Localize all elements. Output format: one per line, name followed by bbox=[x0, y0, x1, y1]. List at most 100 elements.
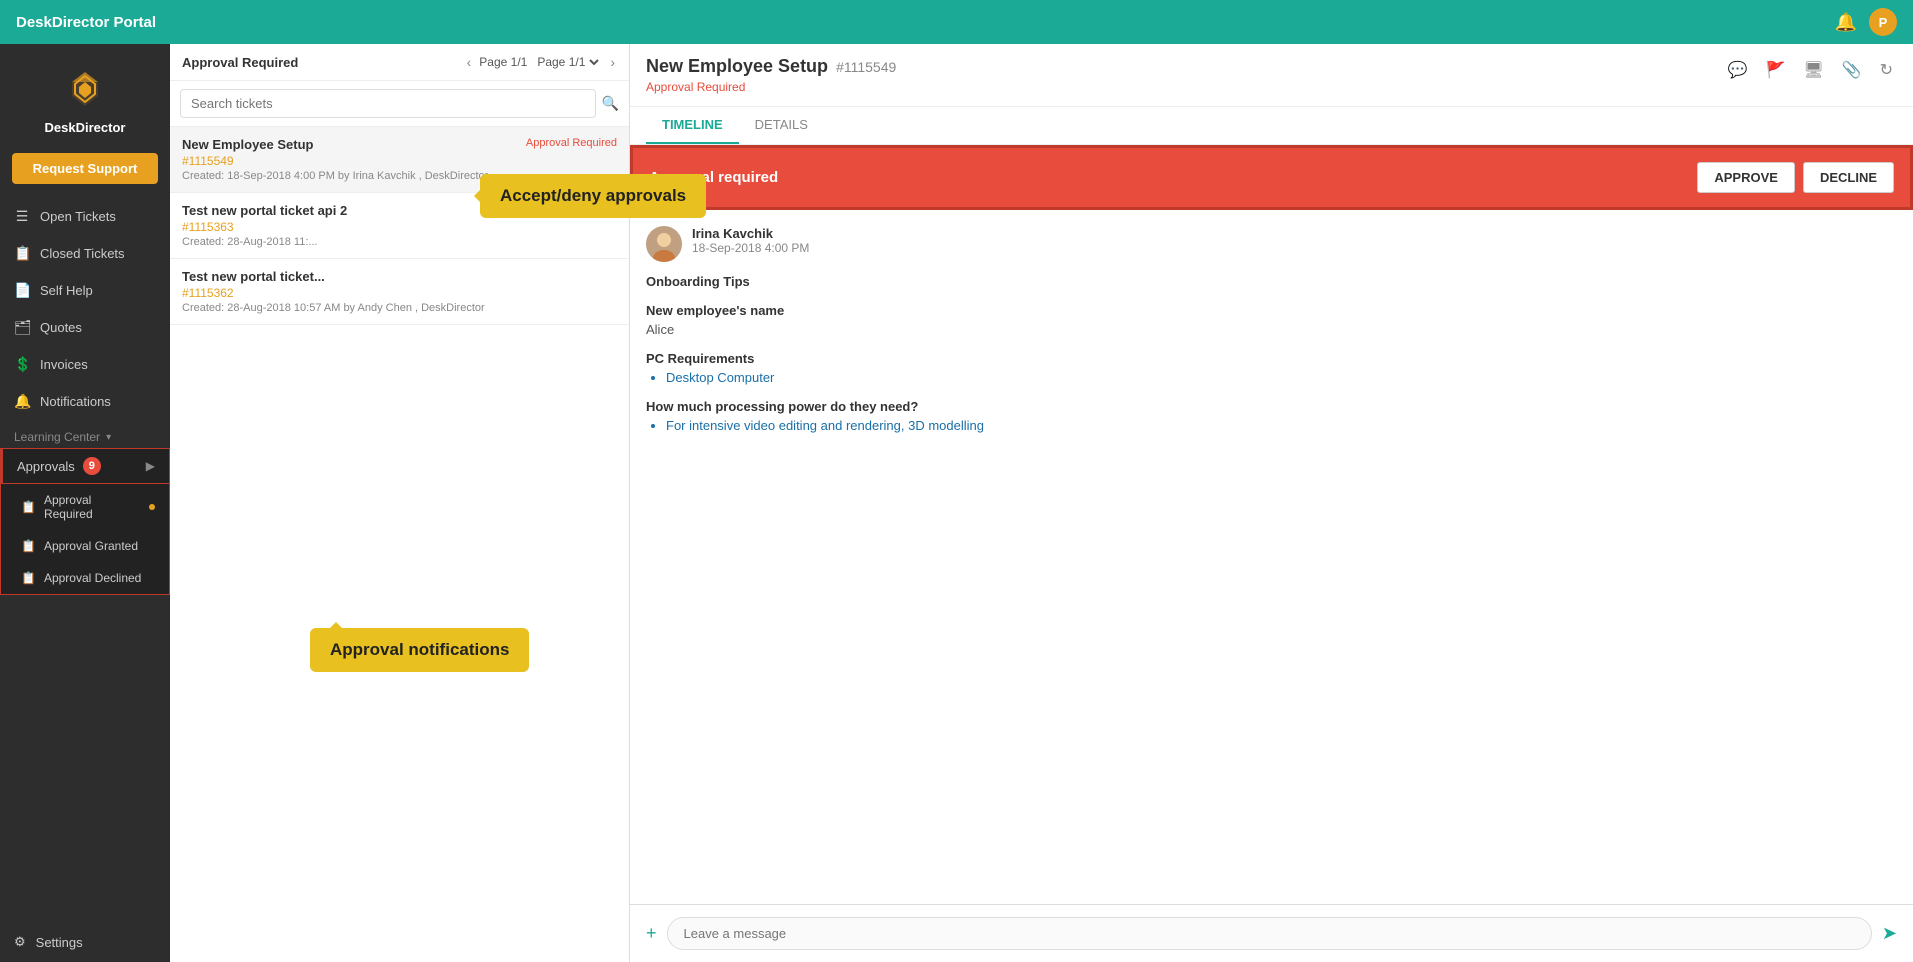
ticket-detail-num: #1115549 bbox=[836, 59, 896, 75]
ticket-title: Test new portal ticket api 2 bbox=[182, 203, 347, 218]
search-icon: 🔍 bbox=[602, 95, 619, 112]
learning-center-label: Learning Center bbox=[14, 430, 100, 444]
ticket-detail-header: New Employee Setup #1115549 Approval Req… bbox=[630, 44, 1913, 107]
approval-banner: Approval required APPROVE DECLINE bbox=[630, 145, 1913, 210]
ticket-title: New Employee Setup bbox=[182, 137, 313, 152]
sidebar-item-quotes[interactable]: 🗂 Quotes bbox=[0, 309, 170, 346]
decline-button[interactable]: DECLINE bbox=[1803, 162, 1894, 193]
message-avatar bbox=[646, 226, 682, 262]
sidebar-item-self-help[interactable]: 📄 Self Help bbox=[0, 272, 170, 309]
callout-approval-notifications: Approval notifications bbox=[310, 628, 529, 672]
approval-banner-buttons: APPROVE DECLINE bbox=[1697, 162, 1894, 193]
approvals-label: Approvals bbox=[17, 459, 75, 474]
refresh-icon[interactable]: ↻ bbox=[1876, 56, 1897, 84]
ticket-id: #1115362 bbox=[182, 286, 617, 300]
form-section-name: New employee's name Alice bbox=[646, 303, 1897, 337]
ticket-detail-tabs: TIMELINE DETAILS bbox=[630, 107, 1913, 145]
sidebar-item-settings[interactable]: ⚙ Settings bbox=[0, 922, 170, 962]
form-label-processing: How much processing power do they need? bbox=[646, 399, 1897, 414]
form-label-onboarding: Onboarding Tips bbox=[646, 274, 1897, 289]
main-layout: DeskDirector Request Support ☰ Open Tick… bbox=[0, 44, 1913, 962]
approval-required-label: Approval Required bbox=[44, 493, 139, 521]
closed-tickets-icon: 📋 bbox=[14, 245, 30, 262]
notifications-icon[interactable]: 🔔 bbox=[1835, 12, 1857, 33]
tab-details[interactable]: DETAILS bbox=[739, 107, 824, 144]
avatar[interactable]: P bbox=[1869, 8, 1897, 36]
sidebar-item-label: Self Help bbox=[40, 283, 93, 298]
ticket-meta: Created: 28-Aug-2018 11:... bbox=[182, 236, 617, 248]
sidebar-approvals-header[interactable]: Approvals 9 ▶ bbox=[0, 448, 170, 484]
callout-accept-deny: Accept/deny approvals bbox=[480, 174, 706, 218]
pc-requirements-list: Desktop Computer bbox=[646, 370, 1897, 385]
content-area: Approval Required ‹ Page 1/1 Page 1/1 › … bbox=[170, 44, 1913, 962]
approval-required-icon: 📋 bbox=[21, 500, 36, 514]
ticket-detail-status: Approval Required bbox=[646, 80, 896, 94]
sidebar-sub-item-approval-required[interactable]: 📋 Approval Required bbox=[1, 484, 169, 530]
search-input[interactable] bbox=[180, 89, 596, 118]
ticket-message: Irina Kavchik 18-Sep-2018 4:00 PM Onboar… bbox=[630, 210, 1913, 463]
invoices-icon: 💲 bbox=[14, 356, 30, 373]
topnav: DeskDirector Portal 🔔 P bbox=[0, 0, 1913, 44]
approvals-badge: 9 bbox=[83, 457, 101, 475]
topnav-icons: 🔔 P bbox=[1835, 8, 1897, 36]
approval-granted-icon: 📋 bbox=[21, 539, 36, 553]
request-support-button[interactable]: Request Support bbox=[12, 153, 158, 184]
ticket-detail-actions: 💬 🚩 🖥 📎 ↻ bbox=[1724, 56, 1897, 84]
self-help-icon: 📄 bbox=[14, 282, 30, 299]
pagination-select[interactable]: Page 1/1 bbox=[533, 54, 602, 70]
approval-declined-icon: 📋 bbox=[21, 571, 36, 585]
settings-label: Settings bbox=[36, 935, 83, 950]
ticket-id: #1115363 bbox=[182, 220, 617, 234]
approval-granted-label: Approval Granted bbox=[44, 539, 138, 553]
ticket-meta: Created: 28-Aug-2018 10:57 AM by Andy Ch… bbox=[182, 302, 617, 314]
sidebar-logo: DeskDirector bbox=[0, 44, 170, 149]
attachment-icon[interactable]: 📎 bbox=[1838, 56, 1866, 84]
chevron-down-icon: ▾ bbox=[106, 432, 111, 443]
ticket-title: Test new portal ticket... bbox=[182, 269, 325, 284]
add-attachment-icon[interactable]: + bbox=[646, 923, 657, 944]
quotes-icon: 🗂 bbox=[14, 319, 30, 336]
processing-list: For intensive video editing and renderin… bbox=[646, 418, 1897, 433]
ticket-badge: Approval Required bbox=[526, 137, 617, 152]
form-section-processing: How much processing power do they need? … bbox=[646, 399, 1897, 433]
search-bar: 🔍 bbox=[170, 81, 629, 127]
ticket-list-title: Approval Required bbox=[182, 55, 298, 70]
ticket-id: #1115549 bbox=[182, 154, 617, 168]
form-value-name: Alice bbox=[646, 322, 1897, 337]
sidebar-item-notifications[interactable]: 🔔 Notifications bbox=[0, 383, 170, 420]
sidebar-logo-text: DeskDirector bbox=[45, 120, 126, 135]
tab-timeline[interactable]: TIMELINE bbox=[646, 107, 739, 144]
open-tickets-icon: ☰ bbox=[14, 208, 30, 225]
ticket-list-header: Approval Required ‹ Page 1/1 Page 1/1 › bbox=[170, 44, 629, 81]
pagination-label: Page 1/1 bbox=[479, 55, 527, 69]
form-label-pc: PC Requirements bbox=[646, 351, 1897, 366]
sidebar-item-closed-tickets[interactable]: 📋 Closed Tickets bbox=[0, 235, 170, 272]
table-row[interactable]: Test new portal ticket... #1115362 Creat… bbox=[170, 259, 629, 325]
sidebar-item-label: Closed Tickets bbox=[40, 246, 125, 261]
sidebar-sub-items: 📋 Approval Required 📋 Approval Granted 📋… bbox=[0, 484, 170, 595]
sidebar-item-label: Invoices bbox=[40, 357, 88, 372]
approve-button[interactable]: APPROVE bbox=[1697, 162, 1795, 193]
ticket-detail-panel: New Employee Setup #1115549 Approval Req… bbox=[630, 44, 1913, 962]
sidebar: DeskDirector Request Support ☰ Open Tick… bbox=[0, 44, 170, 962]
sidebar-item-label: Quotes bbox=[40, 320, 82, 335]
flag-icon[interactable]: 🚩 bbox=[1761, 56, 1789, 84]
pagination-prev[interactable]: ‹ bbox=[465, 54, 474, 70]
message-time: 18-Sep-2018 4:00 PM bbox=[692, 241, 809, 255]
sidebar-sub-item-approval-granted[interactable]: 📋 Approval Granted bbox=[1, 530, 169, 562]
sidebar-learning-center[interactable]: Learning Center ▾ bbox=[0, 420, 170, 448]
send-icon[interactable]: ➤ bbox=[1882, 923, 1897, 944]
screen-icon[interactable]: 🖥 bbox=[1799, 56, 1827, 84]
pagination-next[interactable]: › bbox=[608, 54, 617, 70]
chat-icon[interactable]: 💬 bbox=[1724, 56, 1752, 84]
form-section-onboarding: Onboarding Tips bbox=[646, 274, 1897, 289]
sidebar-item-invoices[interactable]: 💲 Invoices bbox=[0, 346, 170, 383]
approval-required-dot bbox=[149, 504, 155, 510]
leave-message-input[interactable] bbox=[667, 917, 1872, 950]
leave-message-bar: + ➤ bbox=[630, 904, 1913, 962]
sidebar-item-open-tickets[interactable]: ☰ Open Tickets bbox=[0, 198, 170, 235]
message-header: Irina Kavchik 18-Sep-2018 4:00 PM bbox=[646, 226, 1897, 262]
sidebar-sub-item-approval-declined[interactable]: 📋 Approval Declined bbox=[1, 562, 169, 594]
sidebar-item-label: Notifications bbox=[40, 394, 111, 409]
list-item: For intensive video editing and renderin… bbox=[666, 418, 1897, 433]
